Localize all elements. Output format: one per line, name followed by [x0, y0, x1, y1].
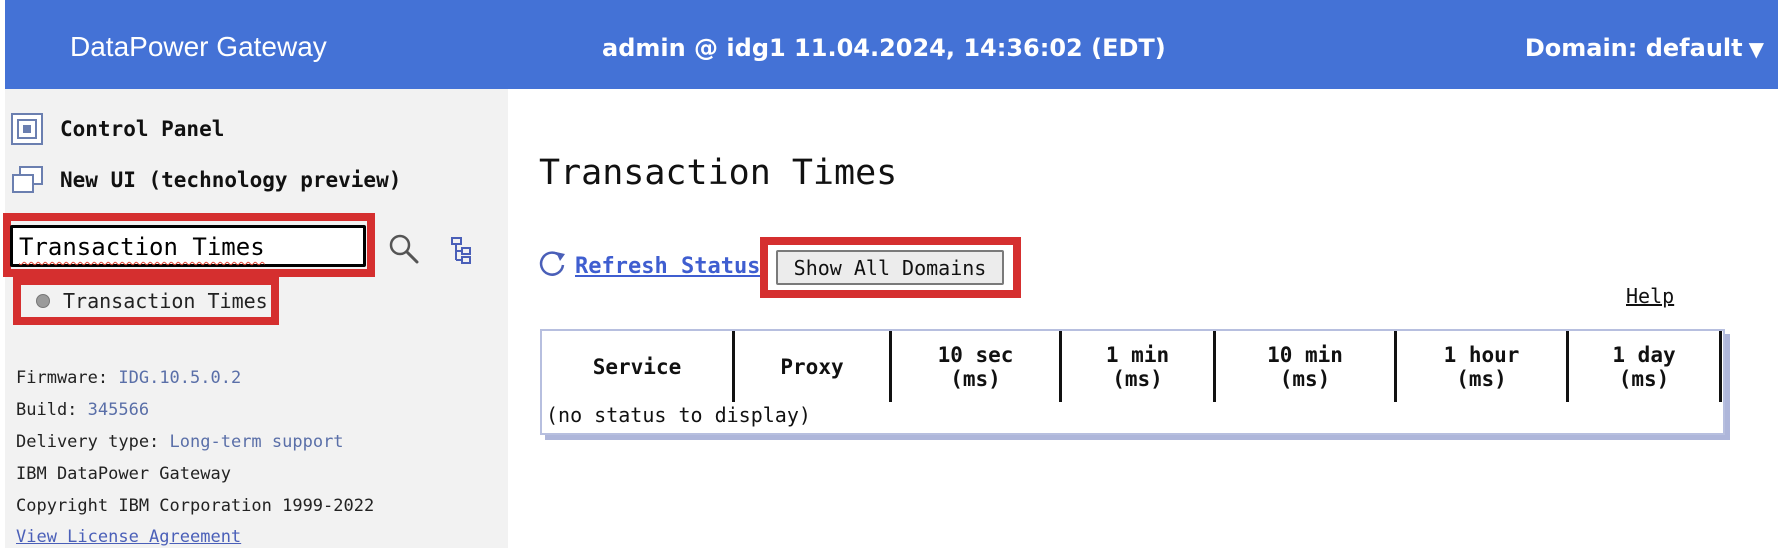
- search-result-label: Transaction Times: [63, 289, 268, 313]
- nav-new-ui[interactable]: New UI (technology preview): [10, 163, 401, 197]
- firmware-info: Firmware: IDG.10.5.0.2: [16, 368, 242, 388]
- refresh-status-link[interactable]: Refresh Status: [575, 254, 760, 279]
- chevron-down-icon: ▼: [1748, 37, 1764, 61]
- delivery-type-info: Delivery type: Long-term support: [16, 432, 344, 452]
- product-title: DataPower Gateway: [70, 31, 327, 62]
- column-header-1hour[interactable]: 1 hour (ms): [1397, 331, 1569, 402]
- search-input[interactable]: Transaction Times: [10, 225, 366, 267]
- build-info: Build: 345566: [16, 400, 150, 420]
- help-link[interactable]: Help: [1626, 284, 1674, 308]
- top-banner: DataPower Gateway admin @ idg1 11.04.202…: [5, 0, 1778, 89]
- column-header-10sec[interactable]: 10 sec (ms): [892, 331, 1062, 402]
- product-name: IBM DataPower Gateway: [16, 464, 231, 484]
- delivery-type-value: Long-term support: [169, 432, 344, 452]
- copyright-text: Copyright IBM Corporation 1999-2022: [16, 496, 375, 516]
- domain-selector[interactable]: Domain: default ▼: [1525, 34, 1764, 62]
- column-header-10min[interactable]: 10 min (ms): [1216, 331, 1397, 402]
- column-header-service[interactable]: Service: [542, 331, 735, 402]
- session-info: admin @ idg1 11.04.2024, 14:36:02 (EDT): [602, 34, 1166, 62]
- search-icon[interactable]: [387, 232, 421, 266]
- transaction-times-table: Service Proxy 10 sec (ms) 1 min (ms) 10 mi…: [540, 329, 1725, 435]
- column-header-1min[interactable]: 1 min (ms): [1062, 331, 1216, 402]
- nav-label: New UI (technology preview): [60, 168, 402, 192]
- license-row: View License Agreement: [16, 527, 241, 547]
- column-header-1day[interactable]: 1 day (ms): [1569, 331, 1722, 402]
- page-title: Transaction Times: [539, 153, 898, 193]
- search-result-item[interactable]: Transaction Times: [13, 277, 279, 325]
- refresh-icon[interactable]: [538, 249, 568, 279]
- build-value: 345566: [87, 400, 150, 420]
- domain-label: Domain: default: [1524, 34, 1743, 62]
- firmware-value: IDG.10.5.0.2: [118, 368, 242, 388]
- bullet-icon: [36, 294, 50, 308]
- view-license-link[interactable]: View License Agreement: [16, 527, 241, 547]
- tree-view-icon[interactable]: [448, 236, 474, 266]
- column-header-proxy[interactable]: Proxy: [735, 331, 892, 402]
- control-panel-icon: [10, 112, 44, 146]
- empty-status-message: (no status to display): [546, 403, 811, 427]
- nav-control-panel[interactable]: Control Panel: [10, 112, 224, 146]
- new-window-icon: [10, 163, 44, 197]
- show-all-domains-button[interactable]: Show All Domains: [776, 250, 1004, 285]
- nav-label: Control Panel: [60, 117, 225, 141]
